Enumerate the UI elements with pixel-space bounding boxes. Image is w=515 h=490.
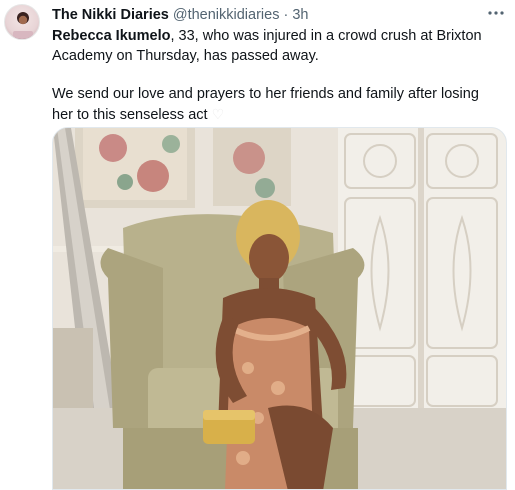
separator-dot: · — [283, 7, 289, 23]
tweet[interactable]: The Nikki Diaries @thenikkidiaries · 3h … — [0, 0, 515, 490]
tweet-photo[interactable] — [52, 127, 507, 490]
paragraph-2-text: We send our love and prayers to her frie… — [52, 86, 479, 123]
display-name[interactable]: The Nikki Diaries — [52, 7, 169, 23]
avatar[interactable] — [4, 4, 40, 40]
photo-illustration — [53, 128, 506, 489]
avatar-illustration — [13, 12, 33, 39]
timestamp[interactable]: 3h — [292, 7, 308, 23]
victim-name: Rebecca Ikumelo — [52, 28, 171, 44]
tweet-text: Rebecca Ikumelo, 33, who was injured in … — [52, 27, 497, 125]
more-button[interactable] — [483, 2, 509, 24]
white-heart-emoji: ♡ — [211, 105, 225, 122]
handle[interactable]: @thenikkidiaries — [173, 7, 280, 23]
tweet-header: The Nikki Diaries @thenikkidiaries · 3h — [52, 6, 475, 24]
tweet-paragraph-2: We send our love and prayers to her frie… — [52, 85, 497, 125]
more-horizontal-icon — [488, 11, 504, 15]
tweet-paragraph-1: Rebecca Ikumelo, 33, who was injured in … — [52, 27, 497, 66]
